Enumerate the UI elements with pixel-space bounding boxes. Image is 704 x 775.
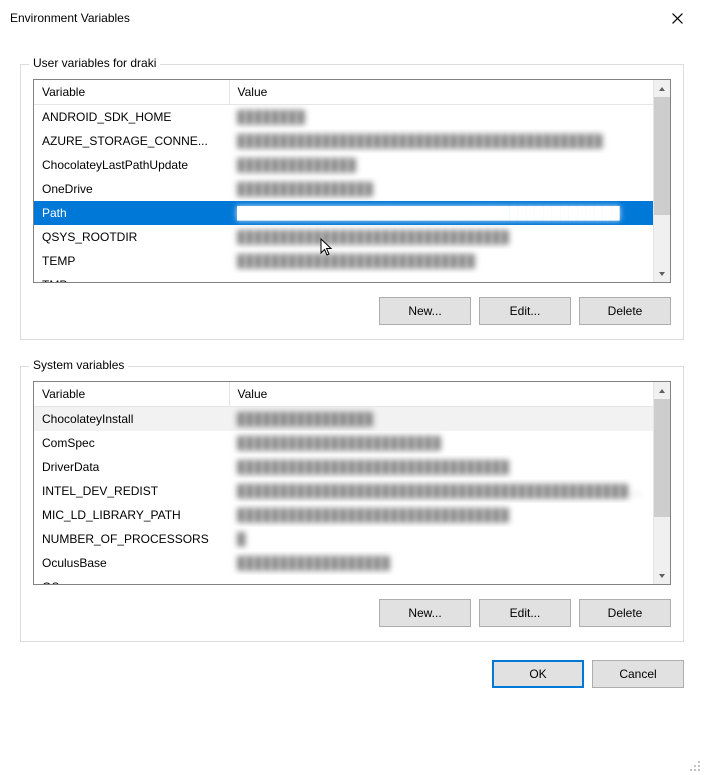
- scroll-thumb[interactable]: [654, 399, 670, 517]
- close-button[interactable]: [664, 5, 690, 31]
- variable-value-cell: ████████████████████████████████████████…: [229, 479, 653, 503]
- table-row[interactable]: ANDROID_SDK_HOME████████: [34, 105, 653, 129]
- variable-value-cell: ████████████████████████: [229, 431, 653, 455]
- variable-name-cell: ANDROID_SDK_HOME: [34, 105, 229, 129]
- table-row[interactable]: NUMBER_OF_PROCESSORS█: [34, 527, 653, 551]
- user-scrollbar[interactable]: [653, 80, 670, 282]
- variable-name-cell: OneDrive: [34, 177, 229, 201]
- variable-name-cell: INTEL_DEV_REDIST: [34, 479, 229, 503]
- table-row[interactable]: MIC_LD_LIBRARY_PATH█████████████████████…: [34, 503, 653, 527]
- variable-name-cell: DriverData: [34, 455, 229, 479]
- variable-name-cell: ChocolateyLastPathUpdate: [34, 153, 229, 177]
- variable-name-cell: ComSpec: [34, 431, 229, 455]
- variable-value-cell: ████████████████████████████████: [229, 225, 653, 249]
- user-col-value[interactable]: Value: [229, 80, 653, 105]
- variable-value-cell: ████████████████████████████: [229, 249, 653, 273]
- scroll-down-button[interactable]: [654, 567, 670, 584]
- variable-name-cell: ChocolateyInstall: [34, 407, 229, 431]
- close-icon: [672, 13, 683, 24]
- user-variables-group: User variables for draki Variable Value …: [20, 64, 684, 340]
- system-delete-button[interactable]: Delete: [579, 599, 671, 627]
- scroll-track[interactable]: [654, 399, 670, 567]
- user-delete-button[interactable]: Delete: [579, 297, 671, 325]
- user-edit-button[interactable]: Edit...: [479, 297, 571, 325]
- system-col-value[interactable]: Value: [229, 382, 653, 407]
- variable-name-cell: Path: [34, 201, 229, 225]
- scroll-up-button[interactable]: [654, 382, 670, 399]
- table-row[interactable]: ChocolateyLastPathUpdate██████████████: [34, 153, 653, 177]
- table-row[interactable]: OneDrive████████████████: [34, 177, 653, 201]
- variable-value-cell: ████████████████████████████████: [229, 455, 653, 479]
- user-col-variable[interactable]: Variable: [34, 80, 229, 105]
- table-row[interactable]: INTEL_DEV_REDIST████████████████████████…: [34, 479, 653, 503]
- variable-value-cell: ██████████████████: [229, 551, 653, 575]
- table-row[interactable]: ChocolateyInstall████████████████: [34, 407, 653, 431]
- scroll-track[interactable]: [654, 97, 670, 265]
- table-row[interactable]: QSYS_ROOTDIR████████████████████████████…: [34, 225, 653, 249]
- table-row[interactable]: TMP: [34, 273, 653, 283]
- system-variables-group: System variables Variable Value Chocolat…: [20, 366, 684, 642]
- dialog-title: Environment Variables: [10, 11, 130, 25]
- scroll-thumb[interactable]: [654, 97, 670, 215]
- table-row[interactable]: OS: [34, 575, 653, 585]
- scroll-up-button[interactable]: [654, 80, 670, 97]
- table-row[interactable]: OculusBase██████████████████: [34, 551, 653, 575]
- system-scrollbar[interactable]: [653, 382, 670, 584]
- system-variables-label: System variables: [29, 358, 128, 372]
- table-row[interactable]: AZURE_STORAGE_CONNE...██████████████████…: [34, 129, 653, 153]
- variable-name-cell: NUMBER_OF_PROCESSORS: [34, 527, 229, 551]
- system-variables-table[interactable]: Variable Value ChocolateyInstall████████…: [33, 381, 671, 585]
- variable-value-cell: █: [229, 527, 653, 551]
- table-row[interactable]: DriverData██████████████████████████████…: [34, 455, 653, 479]
- title-bar: Environment Variables: [0, 0, 704, 36]
- variable-value-cell: ████████████████: [229, 407, 653, 431]
- table-row[interactable]: Path████████████████████████████████████…: [34, 201, 653, 225]
- scroll-down-button[interactable]: [654, 265, 670, 282]
- table-row[interactable]: ComSpec████████████████████████: [34, 431, 653, 455]
- variable-name-cell: QSYS_ROOTDIR: [34, 225, 229, 249]
- variable-value-cell: ██████████████: [229, 153, 653, 177]
- variable-value-cell: ████████: [229, 105, 653, 129]
- variable-value-cell: [229, 273, 653, 283]
- table-row[interactable]: TEMP████████████████████████████: [34, 249, 653, 273]
- variable-value-cell: ████████████████████████████████████████…: [229, 129, 653, 153]
- system-new-button[interactable]: New...: [379, 599, 471, 627]
- variable-value-cell: ████████████████████████████████: [229, 503, 653, 527]
- variable-name-cell: MIC_LD_LIBRARY_PATH: [34, 503, 229, 527]
- resize-grip[interactable]: [689, 760, 701, 772]
- variable-name-cell: TEMP: [34, 249, 229, 273]
- variable-value-cell: ████████████████████████████████████████…: [229, 201, 653, 225]
- variable-name-cell: AZURE_STORAGE_CONNE...: [34, 129, 229, 153]
- cancel-button[interactable]: Cancel: [592, 660, 684, 688]
- system-col-variable[interactable]: Variable: [34, 382, 229, 407]
- variable-name-cell: TMP: [34, 273, 229, 283]
- user-variables-label: User variables for draki: [29, 56, 160, 70]
- ok-button[interactable]: OK: [492, 660, 584, 688]
- user-new-button[interactable]: New...: [379, 297, 471, 325]
- variable-name-cell: OculusBase: [34, 551, 229, 575]
- variable-value-cell: ████████████████: [229, 177, 653, 201]
- variable-name-cell: OS: [34, 575, 229, 585]
- user-variables-table[interactable]: Variable Value ANDROID_SDK_HOME████████A…: [33, 79, 671, 283]
- variable-value-cell: [229, 575, 653, 585]
- system-edit-button[interactable]: Edit...: [479, 599, 571, 627]
